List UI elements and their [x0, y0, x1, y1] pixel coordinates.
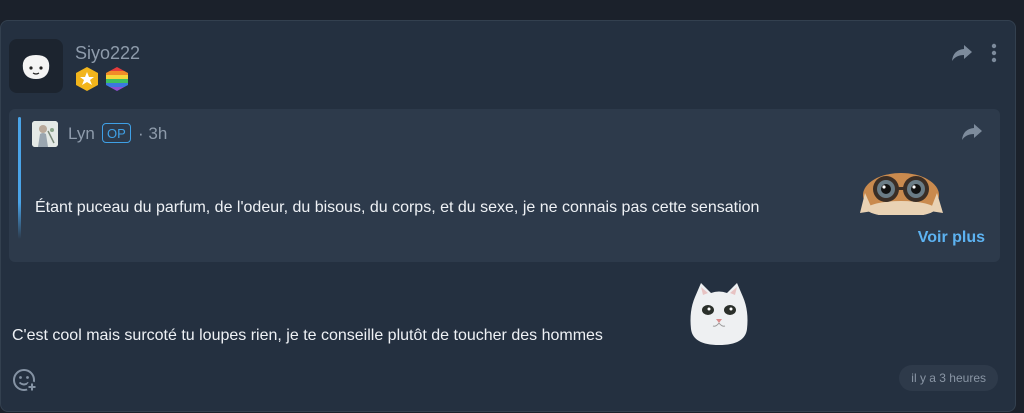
share-icon[interactable] — [951, 44, 973, 62]
comment-body: C'est cool mais surcoté tu loupes rien, … — [12, 327, 603, 344]
avatar[interactable] — [9, 39, 63, 93]
comment-actions — [951, 43, 997, 63]
sketch-avatar-icon — [32, 121, 58, 147]
see-more-link[interactable]: Voir plus — [918, 229, 985, 247]
cat-sticker — [690, 283, 748, 345]
op-badge: OP — [102, 123, 131, 143]
share-icon[interactable] — [961, 123, 983, 141]
hamster-glasses-sticker — [860, 173, 943, 215]
user-badges — [74, 66, 130, 92]
rainbow-badge-icon — [106, 67, 128, 91]
quote-accent-bar — [18, 117, 21, 239]
avatar-face-icon — [22, 55, 50, 79]
comment-timestamp: il y a 3 heures — [899, 365, 998, 391]
more-vertical-icon[interactable] — [991, 43, 997, 63]
quote-author-name[interactable]: Lyn — [68, 124, 95, 144]
comment-username[interactable]: Siyo222 — [75, 43, 140, 64]
quote-author-avatar[interactable] — [32, 121, 58, 147]
quote-time: · 3h — [138, 124, 168, 143]
quoted-message[interactable]: Lyn OP · 3h Étant puceau du parfum, de l… — [9, 109, 1000, 262]
star-badge-icon — [76, 67, 98, 91]
quote-text: Étant puceau du parfum, de l'odeur, du b… — [35, 199, 760, 216]
add-reaction-icon[interactable] — [12, 367, 38, 393]
comment-card: Siyo222 Lyn OP · 3h Étant puceau du parf… — [0, 20, 1016, 412]
